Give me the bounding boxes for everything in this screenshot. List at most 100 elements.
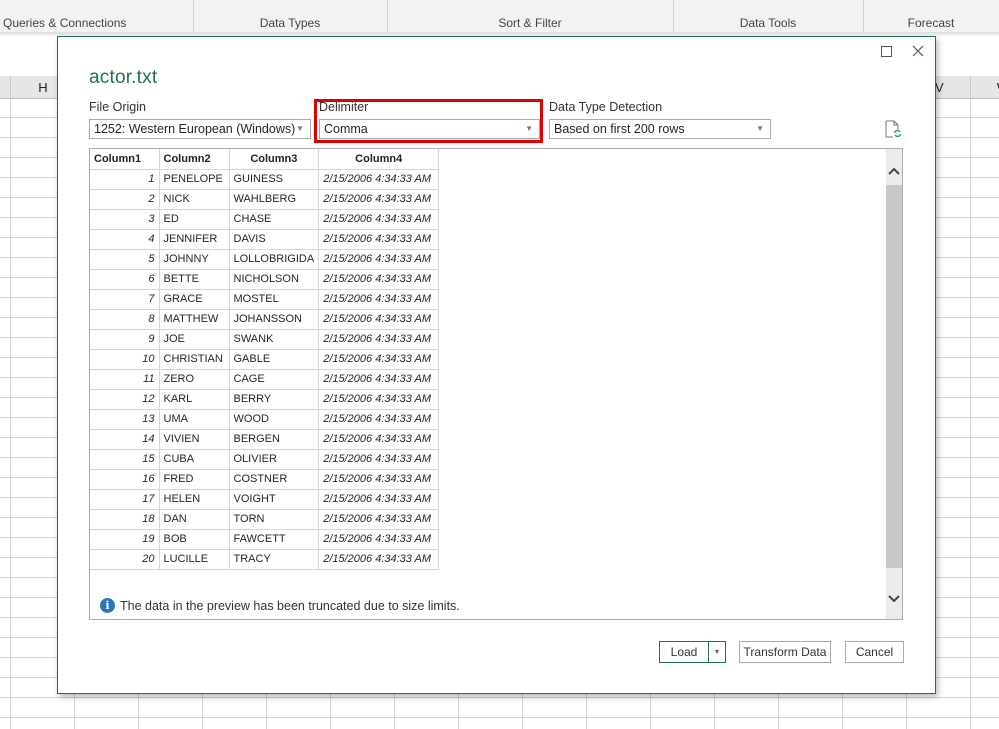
- table-cell: DAN: [158, 508, 230, 530]
- table-cell: 15: [90, 448, 160, 470]
- table-cell: KARL: [158, 388, 230, 410]
- data-type-detection-dropdown[interactable]: Based on first 200 rows ▼: [549, 119, 771, 139]
- table-cell: 2/15/2006 4:34:33 AM: [318, 248, 440, 270]
- close-button[interactable]: [907, 41, 929, 61]
- column-header: Column4: [318, 149, 440, 170]
- table-row: 18 DAN TORN 2/15/2006 4:34:33 AM: [90, 508, 440, 530]
- scroll-up-button[interactable]: [886, 161, 902, 181]
- table-cell: 2/15/2006 4:34:33 AM: [318, 388, 440, 410]
- data-preview: Column1 Column2 Column3 Column4 1 PENELOP…: [89, 148, 903, 620]
- table-cell: 8: [90, 308, 160, 330]
- table-cell: MATTHEW: [158, 308, 230, 330]
- ribbon: Queries & Connections Data Types Sort & …: [0, 0, 999, 33]
- file-origin-dropdown[interactable]: 1252: Western European (Windows) ▼: [89, 119, 311, 139]
- table-cell: 2/15/2006 4:34:33 AM: [318, 188, 440, 210]
- table-cell: 17: [90, 488, 160, 510]
- scrollbar-thumb[interactable]: [886, 185, 902, 568]
- table-cell: CHASE: [228, 208, 320, 230]
- chevron-down-icon: [888, 595, 900, 603]
- table-cell: 11: [90, 368, 160, 390]
- table-cell: ED: [158, 208, 230, 230]
- file-origin-label: File Origin: [89, 100, 146, 114]
- chevron-down-icon: ▼: [296, 124, 304, 133]
- table-cell: GRACE: [158, 288, 230, 310]
- table-cell: 2/15/2006 4:34:33 AM: [318, 208, 440, 230]
- table-cell: BOB: [158, 528, 230, 550]
- table-cell: TRACY: [228, 548, 320, 570]
- scroll-down-button[interactable]: [886, 589, 902, 609]
- maximize-button[interactable]: [875, 41, 897, 61]
- ribbon-group-label: Data Types: [259, 16, 321, 30]
- ribbon-group-label: Sort & Filter: [498, 16, 562, 30]
- transform-data-button[interactable]: Transform Data: [739, 641, 831, 663]
- table-cell: LOLLOBRIGIDA: [228, 248, 320, 270]
- cancel-button[interactable]: Cancel: [845, 641, 904, 663]
- table-row: 6 BETTE NICHOLSON 2/15/2006 4:34:33 AM: [90, 268, 440, 290]
- table-cell: 2/15/2006 4:34:33 AM: [318, 328, 440, 350]
- table-row: 15 CUBA OLIVIER 2/15/2006 4:34:33 AM: [90, 448, 440, 470]
- table-cell: NICHOLSON: [228, 268, 320, 290]
- table-cell: BETTE: [158, 268, 230, 290]
- table-cell: PENELOPE: [158, 168, 230, 190]
- table-cell: HELEN: [158, 488, 230, 510]
- table-cell: GABLE: [228, 348, 320, 370]
- column-header-w[interactable]: W: [970, 76, 999, 98]
- table-cell: BERRY: [228, 388, 320, 410]
- table-cell: 2/15/2006 4:34:33 AM: [318, 408, 440, 430]
- table-cell: 2/15/2006 4:34:33 AM: [318, 168, 440, 190]
- table-row: 11 ZERO CAGE 2/15/2006 4:34:33 AM: [90, 368, 440, 390]
- info-icon: i: [100, 598, 115, 613]
- load-options-button[interactable]: ▼: [709, 642, 725, 662]
- table-cell: 2/15/2006 4:34:33 AM: [318, 348, 440, 370]
- table-cell: GUINESS: [228, 168, 320, 190]
- table-cell: NICK: [158, 188, 230, 210]
- table-row: 4 JENNIFER DAVIS 2/15/2006 4:34:33 AM: [90, 228, 440, 250]
- table-row: 12 KARL BERRY 2/15/2006 4:34:33 AM: [90, 388, 440, 410]
- table-cell: LUCILLE: [158, 548, 230, 570]
- table-cell: VOIGHT: [228, 488, 320, 510]
- refresh-file-icon: [885, 120, 902, 138]
- table-cell: TORN: [228, 508, 320, 530]
- column-header: Column2: [158, 149, 230, 170]
- table-cell: SWANK: [228, 328, 320, 350]
- table-cell: 2/15/2006 4:34:33 AM: [318, 528, 440, 550]
- vertical-scrollbar[interactable]: [886, 149, 902, 619]
- table-cell: 19: [90, 528, 160, 550]
- table-row: 2 NICK WAHLBERG 2/15/2006 4:34:33 AM: [90, 188, 440, 210]
- data-type-detection-value: Based on first 200 rows: [554, 122, 685, 136]
- table-cell: OLIVIER: [228, 448, 320, 470]
- table-cell: 2/15/2006 4:34:33 AM: [318, 488, 440, 510]
- table-cell: WOOD: [228, 408, 320, 430]
- refresh-preview-button[interactable]: [884, 120, 902, 138]
- table-cell: 6: [90, 268, 160, 290]
- table-cell: VIVIEN: [158, 428, 230, 450]
- load-button[interactable]: Load: [660, 642, 709, 662]
- table-cell: JOE: [158, 328, 230, 350]
- preview-table-body: 1 PENELOPE GUINESS 2/15/2006 4:34:33 AM 2 NIC…: [90, 168, 440, 570]
- table-cell: CHRISTIAN: [158, 348, 230, 370]
- table-cell: 4: [90, 228, 160, 250]
- ribbon-group-data-tools: Data Tools: [673, 0, 864, 32]
- ribbon-group-queries: Queries & Connections: [0, 0, 194, 32]
- file-origin-value: 1252: Western European (Windows): [94, 122, 296, 136]
- table-cell: 2/15/2006 4:34:33 AM: [318, 268, 440, 290]
- ribbon-group-forecast: Forecast: [863, 0, 999, 32]
- table-row: 8 MATTHEW JOHANSSON 2/15/2006 4:34:33 AM: [90, 308, 440, 330]
- table-cell: 18: [90, 508, 160, 530]
- ribbon-group-label: Data Tools: [739, 16, 797, 30]
- table-cell: 3: [90, 208, 160, 230]
- table-cell: 10: [90, 348, 160, 370]
- table-cell: 1: [90, 168, 160, 190]
- table-cell: 2/15/2006 4:34:33 AM: [318, 468, 440, 490]
- chevron-down-icon: ▼: [713, 648, 721, 656]
- table-cell: 9: [90, 328, 160, 350]
- ribbon-group-sort-filter: Sort & Filter: [387, 0, 674, 32]
- table-row: 20 LUCILLE TRACY 2/15/2006 4:34:33 AM: [90, 548, 440, 570]
- table-cell: FAWCETT: [228, 528, 320, 550]
- column-header: Column1: [90, 149, 160, 170]
- table-header-row: Column1 Column2 Column3 Column4: [90, 149, 440, 170]
- delimiter-highlight-box: [314, 99, 543, 143]
- table-cell: 2/15/2006 4:34:33 AM: [318, 448, 440, 470]
- table-cell: 20: [90, 548, 160, 570]
- table-row: 13 UMA WOOD 2/15/2006 4:34:33 AM: [90, 408, 440, 430]
